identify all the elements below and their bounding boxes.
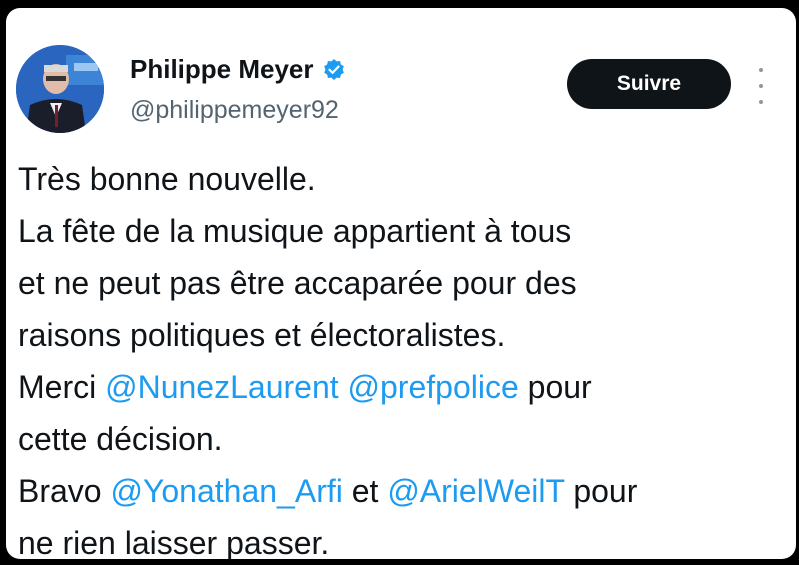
tweet-line: raisons politiques et électoralistes. — [18, 317, 506, 353]
mention-link-nunezlaurent[interactable]: @NunezLaurent — [105, 369, 339, 405]
mention-link-yonathan-arfi[interactable]: @Yonathan_Arfi — [110, 473, 342, 509]
mention-link-arielweilt[interactable]: @ArielWeilT — [387, 473, 564, 509]
tweet-line: et ne peut pas être accaparée pour des — [18, 265, 577, 301]
tweet-text: Très bonne nouvelle. La fête de la musiq… — [18, 153, 788, 559]
follow-button[interactable]: Suivre — [567, 59, 731, 109]
tweet-line: cette décision. — [18, 421, 223, 457]
more-vertical-icon[interactable] — [754, 68, 768, 104]
tweet-line: La fête de la musique appartient à tous — [18, 213, 572, 249]
tweet-line: ne rien laisser passer. — [18, 525, 330, 559]
author-handle[interactable]: @philippemeyer92 — [130, 96, 339, 125]
tweet-line: Très bonne nouvelle. — [18, 161, 316, 197]
tweet-line: Merci @NunezLaurent @prefpolice pour — [18, 369, 592, 405]
author-avatar[interactable] — [16, 45, 104, 133]
author-name-row: Philippe Meyer — [130, 54, 346, 85]
tweet-line: Bravo @Yonathan_Arfi et @ArielWeilT pour — [18, 473, 638, 509]
verified-badge-icon — [322, 58, 346, 82]
tweet-card: Philippe Meyer @philippemeyer92 Suivre T… — [6, 8, 796, 559]
avatar-photo-icon — [16, 45, 104, 133]
author-name[interactable]: Philippe Meyer — [130, 54, 314, 85]
mention-link-prefpolice[interactable]: @prefpolice — [348, 369, 519, 405]
